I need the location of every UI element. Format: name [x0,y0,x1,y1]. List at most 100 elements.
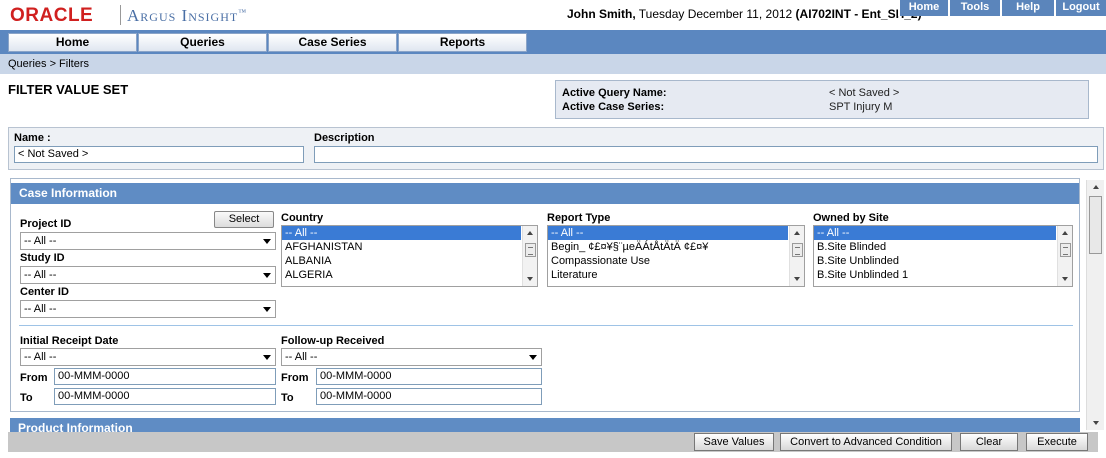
user-name: John Smith, [567,7,636,21]
description-input[interactable] [314,146,1098,163]
followup-received-label: Follow-up Received [281,335,385,347]
list-item[interactable]: ALBANIA [282,254,521,268]
followup-from-label: From [281,372,309,384]
initial-to-input[interactable]: 00-MMM-0000 [54,388,276,405]
description-label: Description [314,132,375,144]
tab-queries[interactable]: Queries [138,33,267,52]
user-info: John Smith, Tuesday December 11, 2012 (A… [567,7,922,21]
list-item[interactable]: -- All -- [814,226,1056,240]
chevron-down-icon [263,273,271,278]
action-bar: Save Values Convert to Advanced Conditio… [8,432,1098,452]
active-query-name-label: Active Query Name: [562,87,667,99]
logo-divider [120,5,121,25]
study-id-value: -- All -- [24,269,57,281]
active-query-panel: Active Query Name: < Not Saved > Active … [555,80,1089,119]
initial-receipt-date-label: Initial Receipt Date [20,335,119,347]
list-item[interactable]: Begin_ ¢£¤¥§¨µeÄÁtÅtÄtÄ ¢£¤¥ [548,240,788,254]
owned-by-site-scrollbar[interactable] [1057,226,1072,286]
top-link-help[interactable]: Help [1000,0,1054,16]
followup-to-input[interactable]: 00-MMM-0000 [316,388,542,405]
initial-to-label: To [20,392,33,404]
active-case-series-label: Active Case Series: [562,101,665,113]
tab-reports[interactable]: Reports [398,33,527,52]
page-scrollbar[interactable] [1086,180,1104,430]
followup-to-label: To [281,392,294,404]
chevron-down-icon [263,355,271,360]
list-item[interactable]: -- All -- [282,226,521,240]
country-scrollbar[interactable] [522,226,537,286]
product-name: Argus Insight™ [127,6,247,26]
top-link-home[interactable]: Home [898,0,948,16]
followup-from-input[interactable]: 00-MMM-0000 [316,368,542,385]
current-date: Tuesday December 11, 2012 [635,7,796,21]
scroll-down-icon[interactable] [794,277,800,281]
case-information-panel: Case Information Project ID Select -- Al… [10,178,1080,412]
center-id-value: -- All -- [24,303,57,315]
list-item[interactable]: -- All -- [548,226,788,240]
list-item[interactable]: Literature [548,268,788,282]
center-id-label: Center ID [20,286,69,298]
study-id-select[interactable]: -- All -- [20,266,276,284]
owned-by-site-listbox[interactable]: -- All -- B.Site Blinded B.Site Unblinde… [813,225,1073,287]
convert-to-advanced-button[interactable]: Convert to Advanced Condition [780,433,952,451]
scroll-thumb[interactable] [792,243,803,257]
report-type-label: Report Type [547,212,611,224]
owned-by-site-label: Owned by Site [813,212,889,224]
report-type-listbox[interactable]: -- All -- Begin_ ¢£¤¥§¨µeÄÁtÅtÄtÄ ¢£¤¥ C… [547,225,805,287]
center-id-select[interactable]: -- All -- [20,300,276,318]
name-label: Name : [14,132,51,144]
initial-receipt-date-value: -- All -- [24,351,57,363]
project-id-select[interactable]: -- All -- [20,232,276,250]
project-id-label: Project ID [20,218,72,230]
list-item[interactable]: Compassionate Use [548,254,788,268]
list-item[interactable]: ALGERIA [282,268,521,282]
top-links: Home Tools Help Logout [898,0,1106,16]
product-information-header[interactable]: Product Information [10,418,1080,432]
active-case-series-value: SPT Injury M [829,101,893,113]
chevron-down-icon [263,239,271,244]
list-item[interactable]: B.Site Blinded [814,240,1056,254]
name-input[interactable]: < Not Saved > [14,146,304,163]
save-values-button[interactable]: Save Values [694,433,774,451]
top-link-tools[interactable]: Tools [948,0,1000,16]
country-label: Country [281,212,324,224]
execute-button[interactable]: Execute [1026,433,1088,451]
trademark: ™ [238,7,248,17]
followup-received-value: -- All -- [285,351,318,363]
tab-case-series[interactable]: Case Series [268,33,397,52]
chevron-down-icon [529,355,537,360]
case-information-header[interactable]: Case Information [11,183,1079,204]
initial-from-input[interactable]: 00-MMM-0000 [54,368,276,385]
scroll-thumb[interactable] [1060,243,1071,257]
chevron-down-icon [263,307,271,312]
project-id-value: -- All -- [24,235,57,247]
scroll-down-icon[interactable] [1093,421,1099,425]
study-id-label: Study ID [20,252,65,264]
clear-button[interactable]: Clear [960,433,1018,451]
section-divider [19,325,1073,326]
scroll-down-icon[interactable] [1062,277,1068,281]
followup-received-select[interactable]: -- All -- [281,348,542,366]
scroll-thumb[interactable] [525,243,536,257]
report-type-scrollbar[interactable] [789,226,804,286]
breadcrumb: Queries > Filters [0,54,1106,74]
country-listbox[interactable]: -- All -- AFGHANISTAN ALBANIA ALGERIA [281,225,538,287]
app-header: ORACLE Argus Insight™ John Smith, Tuesda… [0,0,1106,30]
tab-home[interactable]: Home [8,33,137,52]
initial-from-label: From [20,372,48,384]
scroll-up-icon[interactable] [1093,185,1099,189]
scroll-up-icon[interactable] [794,231,800,235]
list-item[interactable]: B.Site Unblinded [814,254,1056,268]
scroll-up-icon[interactable] [1062,231,1068,235]
main-nav: Home Queries Case Series Reports [0,30,1106,54]
scroll-up-icon[interactable] [527,231,533,235]
scroll-thumb[interactable] [1089,196,1102,254]
name-description-panel: Name : < Not Saved > Description [8,127,1104,170]
top-link-logout[interactable]: Logout [1054,0,1106,16]
list-item[interactable]: B.Site Unblinded 1 [814,268,1056,282]
oracle-logo: ORACLE [10,5,94,26]
list-item[interactable]: AFGHANISTAN [282,240,521,254]
scroll-down-icon[interactable] [527,277,533,281]
select-button[interactable]: Select [214,211,274,228]
initial-receipt-date-select[interactable]: -- All -- [20,348,276,366]
